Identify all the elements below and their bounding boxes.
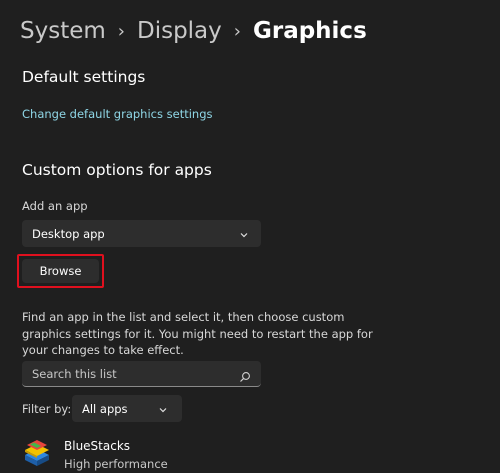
chevron-down-icon	[158, 404, 168, 414]
add-app-label: Add an app	[22, 199, 88, 213]
app-list-description: Find an app in the list and select it, t…	[22, 310, 373, 357]
app-type-dropdown[interactable]: Desktop app	[22, 220, 261, 247]
breadcrumb-separator: ›	[233, 20, 241, 42]
app-type-selected-value: Desktop app	[32, 226, 105, 241]
filter-label: Filter by:	[22, 402, 72, 416]
breadcrumb-separator: ›	[117, 20, 125, 42]
default-settings-heading: Default settings	[22, 68, 146, 86]
search-icon[interactable]	[239, 368, 251, 382]
filter-dropdown[interactable]: All apps	[72, 395, 182, 422]
app-list-item[interactable]: BlueStacks High performance	[18, 434, 488, 473]
app-name: BlueStacks	[64, 439, 131, 453]
breadcrumb-item-display[interactable]: Display	[137, 18, 222, 44]
chevron-down-icon	[239, 229, 249, 239]
app-graphics-preference: High performance	[64, 457, 168, 471]
custom-options-heading: Custom options for apps	[22, 161, 212, 179]
browse-button[interactable]: Browse	[22, 259, 99, 283]
change-default-graphics-link[interactable]: Change default graphics settings	[22, 107, 213, 121]
search-input[interactable]	[32, 366, 222, 381]
breadcrumb-item-system[interactable]: System	[20, 18, 106, 44]
breadcrumb: System › Display › Graphics	[20, 14, 367, 48]
filter-selected-value: All apps	[82, 401, 128, 416]
page-title: Graphics	[252, 18, 367, 44]
search-box[interactable]	[22, 361, 261, 387]
bluestacks-icon	[22, 438, 52, 468]
